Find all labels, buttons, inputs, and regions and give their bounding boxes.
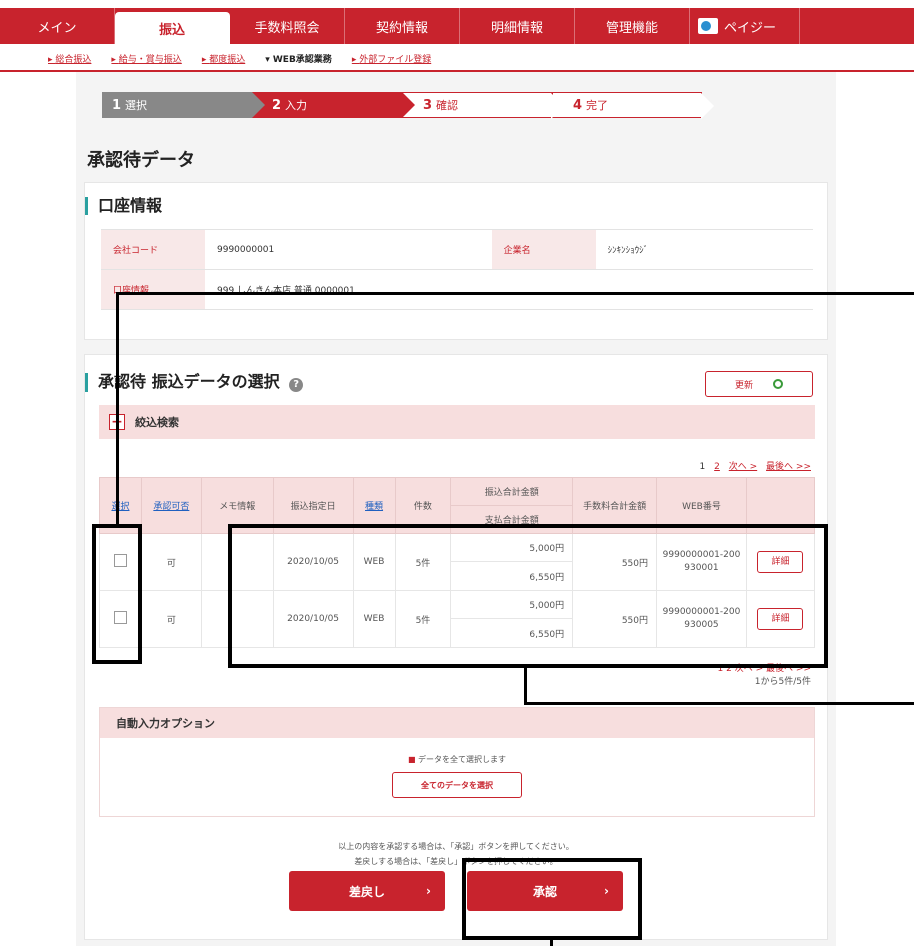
annotation-line	[524, 702, 914, 705]
tab-admin[interactable]: 管理機能	[575, 8, 690, 44]
account-section-title: 口座情報	[85, 197, 162, 215]
help-icon[interactable]: ?	[289, 378, 304, 392]
send-back-label: 差戻し	[348, 884, 385, 899]
refresh-icon	[773, 379, 783, 389]
step-2: 2 入力	[252, 92, 415, 118]
info-key: 会社コード	[101, 229, 205, 270]
page-link: 1	[699, 462, 706, 472]
step-number: 2	[272, 97, 282, 113]
send-back-button[interactable]: 差戻し ›	[289, 871, 445, 911]
annotation-line	[550, 938, 553, 946]
filter-search-toggle[interactable]: + 絞込検索	[99, 405, 815, 439]
sort-approve-link[interactable]: 承認可否	[153, 502, 189, 512]
auto-input-title: 自動入力オプション	[100, 708, 814, 738]
annotation-box-rows	[228, 524, 828, 668]
next-page-link[interactable]: 次へ >	[729, 462, 757, 472]
step-label: 選択	[125, 99, 148, 112]
step-number: 3	[423, 97, 433, 113]
annotation-line	[116, 292, 119, 526]
last-page-link[interactable]: 最後へ >>	[766, 462, 811, 472]
approve-ok-cell: 可	[140, 590, 202, 648]
info-value: 9990000001	[205, 229, 492, 270]
table-row: 会社コード 9990000001 企業名 ｼﾝｷﾝｼｮｳｼﾞ	[101, 229, 813, 270]
annotation-line	[524, 668, 527, 704]
account-info-card: 口座情報 会社コード 9990000001 企業名 ｼﾝｷﾝｼｮｳｼﾞ 口座情報…	[84, 182, 828, 340]
step-1: 1 選択	[102, 92, 265, 118]
top-navigation: メイン 振込 手数料照会 契約情報 明細情報 管理機能 ペイジー	[0, 8, 914, 44]
tab-fee-inquiry[interactable]: 手数料照会	[230, 8, 345, 44]
approval-title-text: 承認待 振込データの選択	[98, 372, 280, 391]
page-title: 承認待データ	[87, 150, 195, 171]
payeasy-label: ペイジー	[724, 20, 777, 36]
subnav-sogo[interactable]: 総合振込	[48, 52, 91, 65]
info-value: 999 しんきん本店 普通 0000001	[205, 269, 813, 310]
tab-main[interactable]: メイン	[0, 8, 115, 44]
info-key: 企業名	[491, 229, 596, 270]
step-4: 4 完了	[552, 92, 714, 119]
chevron-right-icon: ›	[426, 884, 431, 898]
subnav-salary[interactable]: 給与・賞与振込	[111, 52, 182, 65]
tab-contract-info[interactable]: 契約情報	[345, 8, 460, 44]
subnav-each[interactable]: 都度振込	[202, 52, 245, 65]
step-label: 入力	[285, 99, 308, 112]
approve-ok-cell: 可	[140, 533, 202, 591]
annotation-line	[116, 292, 914, 295]
table-row: 口座情報 999 しんきん本店 普通 0000001	[101, 269, 813, 310]
step-label: 完了	[586, 99, 609, 112]
record-count: 1から5件/5件	[754, 677, 811, 687]
sub-navigation: 総合振込 給与・賞与振込 都度振込 WEB承認業務 外部ファイル登録	[0, 46, 914, 72]
refresh-label: 更新	[734, 380, 753, 391]
instruction-text: 以上の内容を承認する場合は、「承認」ボタンを押してください。 差戻しする場合は、…	[85, 839, 827, 869]
tab-statement-info[interactable]: 明細情報	[460, 8, 575, 44]
header-amount-total: 振込合計金額	[450, 477, 574, 506]
step-3: 3 確認	[402, 92, 564, 119]
table-header-row: 選択 承認可否 メモ情報 振込指定日 種類 件数 振込合計金額 手数料合計金額 …	[99, 477, 816, 534]
step-label: 確認	[436, 99, 459, 112]
annotation-box-checkboxes	[92, 524, 142, 664]
payeasy-logo-icon	[698, 18, 718, 34]
instruction-line: 以上の内容を承認する場合は、「承認」ボタンを押してください。	[338, 842, 574, 851]
sort-select-link[interactable]: 選択	[111, 502, 129, 512]
select-all-button[interactable]: 全てのデータを選択	[392, 772, 522, 798]
annotation-box-approve	[462, 858, 642, 940]
tab-transfer[interactable]: 振込	[115, 12, 230, 44]
account-info-table: 会社コード 9990000001 企業名 ｼﾝｷﾝｼｮｳｼﾞ 口座情報 999 …	[101, 229, 813, 310]
tab-payeasy[interactable]: ペイジー	[690, 8, 800, 44]
auto-input-option: 自動入力オプション データを全て選択します 全てのデータを選択	[99, 707, 815, 817]
refresh-button[interactable]: 更新	[705, 371, 813, 397]
step-number: 1	[112, 97, 122, 113]
step-number: 4	[573, 97, 583, 113]
header-approve-ok[interactable]: 承認可否	[140, 477, 202, 534]
subnav-web-approval[interactable]: WEB承認業務	[265, 52, 332, 65]
auto-input-note: データを全て選択します	[100, 754, 814, 765]
instruction-line: 差戻しする場合は、「差戻し」ボタンを押してください。	[354, 857, 558, 866]
progress-steps: 1 選択 2 入力 3 確認 4 完了	[102, 92, 714, 119]
filter-label: 絞込検索	[135, 416, 179, 429]
info-value: ｼﾝｷﾝｼｮｳｼﾞ	[595, 229, 813, 270]
pager-top: 1 2 次へ > 最後へ >>	[694, 459, 811, 472]
sort-type-link[interactable]: 種類	[365, 502, 383, 512]
subnav-external-file[interactable]: 外部ファイル登録	[352, 52, 431, 65]
page-link[interactable]: 2	[714, 462, 720, 472]
